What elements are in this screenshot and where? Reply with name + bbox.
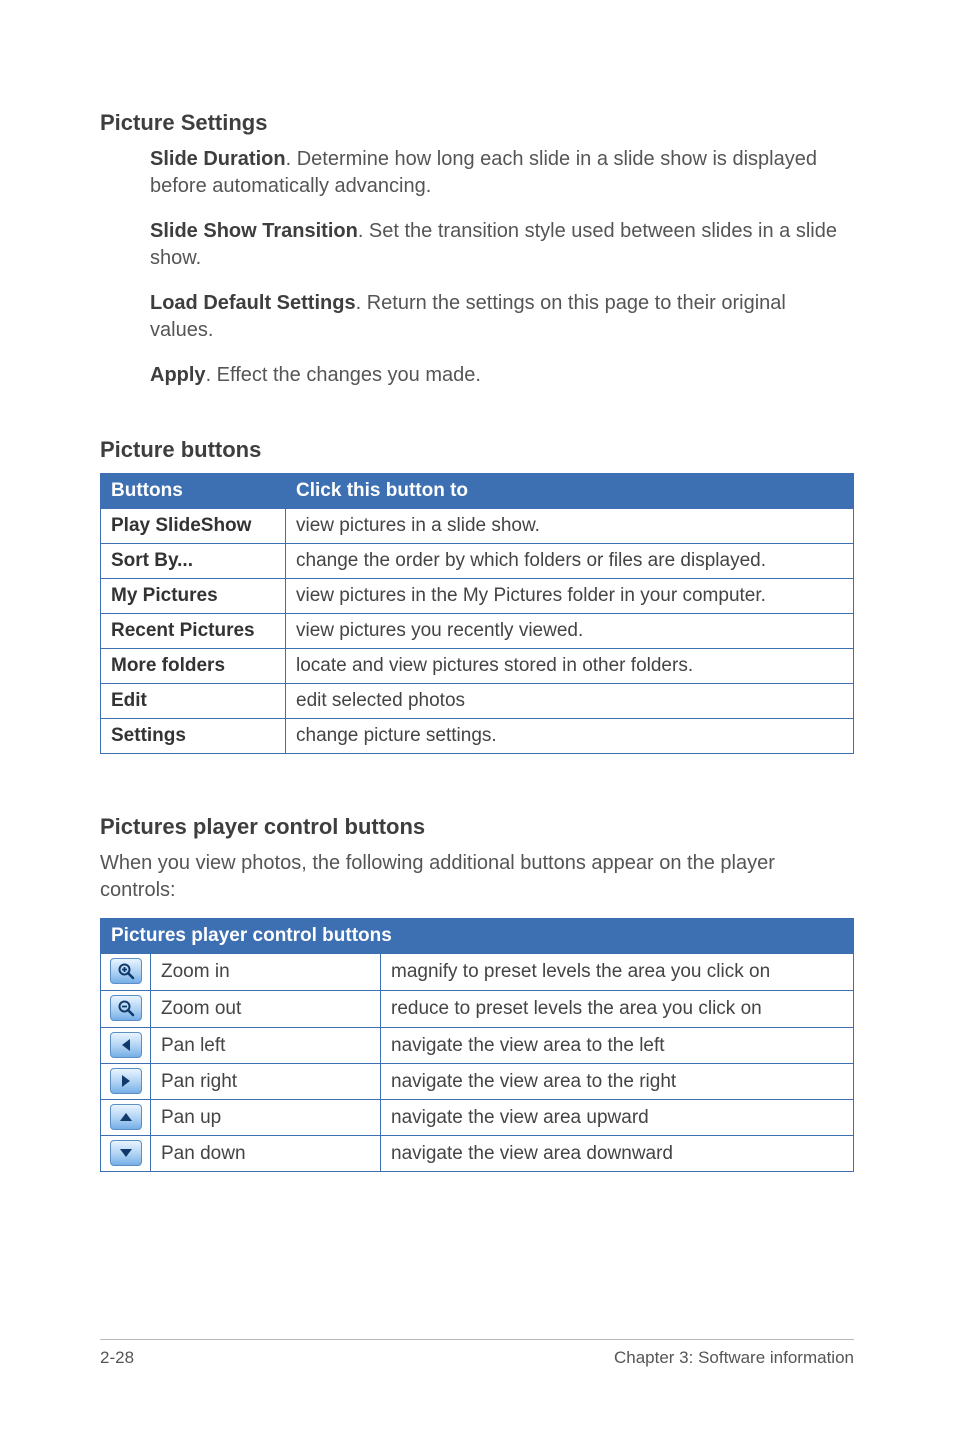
table-row: Zoom in magnify to preset levels the are… [101, 954, 854, 991]
table-row: Editedit selected photos [101, 684, 854, 719]
table-row: Recent Picturesview pictures you recentl… [101, 614, 854, 649]
col-header-buttons: Buttons [101, 474, 286, 509]
setting-slide-duration: Slide Duration. Determine how long each … [150, 146, 854, 200]
setting-slide-show-transition: Slide Show Transition. Set the transitio… [150, 218, 854, 272]
table-row: Pan left navigate the view area to the l… [101, 1028, 854, 1064]
footer-page-number: 2-28 [100, 1348, 134, 1368]
pan-left-icon [110, 1032, 142, 1058]
zoom-out-icon [110, 995, 142, 1021]
zoom-in-icon [110, 958, 142, 984]
player-controls-heading: Pictures player control buttons [100, 814, 854, 840]
table-row: Pan right navigate the view area to the … [101, 1064, 854, 1100]
picture-settings-heading: Picture Settings [100, 110, 854, 136]
table-row: Zoom out reduce to preset levels the are… [101, 991, 854, 1028]
pan-up-icon [110, 1104, 142, 1130]
footer-chapter: Chapter 3: Software information [614, 1348, 854, 1368]
table-row: Play SlideShowview pictures in a slide s… [101, 509, 854, 544]
table-row: Sort By...change the order by which fold… [101, 544, 854, 579]
setting-load-default: Load Default Settings. Return the settin… [150, 290, 854, 344]
table-row: Pan down navigate the view area downward [101, 1136, 854, 1172]
page-footer: 2-28 Chapter 3: Software information [100, 1339, 854, 1368]
player-controls-table: Pictures player control buttons Zoom in … [100, 918, 854, 1172]
table-row: Settingschange picture settings. [101, 719, 854, 754]
picture-buttons-table: Buttons Click this button to Play SlideS… [100, 473, 854, 754]
player-controls-intro: When you view photos, the following addi… [100, 850, 854, 904]
pan-right-icon [110, 1068, 142, 1094]
setting-apply: Apply. Effect the changes you made. [150, 362, 854, 389]
pan-down-icon [110, 1140, 142, 1166]
table-row: More folderslocate and view pictures sto… [101, 649, 854, 684]
col-header-click: Click this button to [286, 474, 854, 509]
table-row: Pan up navigate the view area upward [101, 1100, 854, 1136]
picture-buttons-heading: Picture buttons [100, 437, 854, 463]
player-controls-table-header: Pictures player control buttons [101, 919, 854, 954]
table-row: My Picturesview pictures in the My Pictu… [101, 579, 854, 614]
